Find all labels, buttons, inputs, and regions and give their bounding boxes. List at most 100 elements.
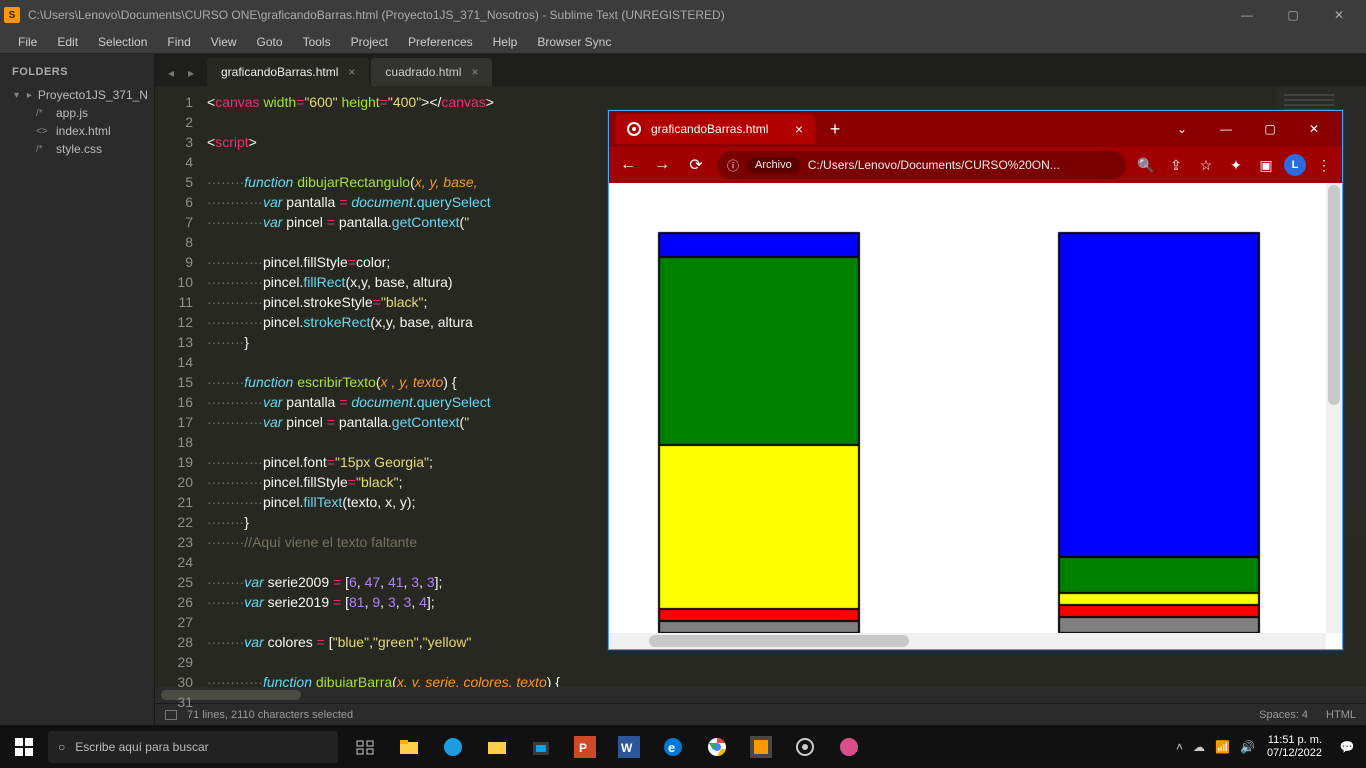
maximize-button[interactable]: ▢ <box>1248 114 1292 144</box>
forward-button[interactable]: → <box>649 152 675 178</box>
tab-scroll-right[interactable]: ▸ <box>181 60 201 86</box>
task-view-icon[interactable] <box>344 726 386 768</box>
minimize-button[interactable]: — <box>1204 114 1248 144</box>
sublime-logo-icon: S <box>4 7 20 23</box>
file-app-js[interactable]: /* app.js <box>10 104 150 122</box>
statusbar: 71 lines, 2110 characters selected Space… <box>155 703 1366 725</box>
tab-label: cuadrado.html <box>385 65 461 79</box>
browser-tabbar: graficandoBarras.html × + ⌄ — ▢ ✕ <box>609 111 1342 147</box>
menu-find[interactable]: Find <box>157 32 200 52</box>
bookmark-icon[interactable]: ☆ <box>1194 153 1218 177</box>
file-label: index.html <box>56 124 111 138</box>
menu-file[interactable]: File <box>8 32 47 52</box>
profile-avatar[interactable]: L <box>1284 154 1306 176</box>
address-bar[interactable]: ⓘ Archivo C:/Users/Lenovo/Documents/CURS… <box>717 151 1126 179</box>
menu-view[interactable]: View <box>201 32 247 52</box>
new-tab-button[interactable]: + <box>821 115 849 143</box>
tabbar: ◂ ▸ graficandoBarras.html × cuadrado.htm… <box>155 54 1366 86</box>
system-tray[interactable]: ˄ ☁ 📶 🔊 <box>1176 740 1255 754</box>
taskbar: ○ Escribe aquí para buscar P W e ˄ ☁ 📶 🔊… <box>0 725 1366 768</box>
browser-tab[interactable]: graficandoBarras.html × <box>615 114 815 144</box>
tab-graficandobarras[interactable]: graficandoBarras.html × <box>207 58 369 86</box>
start-button[interactable] <box>0 725 48 768</box>
search-placeholder: Escribe aquí para buscar <box>75 740 208 754</box>
project-folder[interactable]: ▾ ▸ Proyecto1JS_371_N <box>10 86 150 104</box>
zoom-icon[interactable]: 🔍 <box>1134 153 1158 177</box>
info-icon: ⓘ <box>727 157 739 174</box>
close-icon[interactable]: × <box>348 65 355 79</box>
tab-cuadrado[interactable]: cuadrado.html × <box>371 58 492 86</box>
browser-hscrollbar[interactable] <box>609 633 1326 649</box>
svg-text:P: P <box>579 741 587 755</box>
menu-help[interactable]: Help <box>483 32 528 52</box>
addr-path: C:/Users/Lenovo/Documents/CURSO%20ON... <box>808 158 1060 172</box>
svg-text:W: W <box>621 741 633 755</box>
browser-tab-title: graficandoBarras.html <box>651 122 768 136</box>
store-icon[interactable] <box>520 726 562 768</box>
close-icon[interactable]: × <box>471 65 478 79</box>
status-language[interactable]: HTML <box>1326 709 1356 721</box>
word-icon[interactable]: W <box>608 726 650 768</box>
onedrive-icon[interactable]: ☁ <box>1193 740 1205 754</box>
close-button[interactable]: ✕ <box>1316 0 1362 30</box>
sublime-titlebar: S C:\Users\Lenovo\Documents\CURSO ONE\gr… <box>0 0 1366 30</box>
tab-search-button[interactable]: ⌄ <box>1160 114 1204 144</box>
extensions-icon[interactable]: ✦ <box>1224 153 1248 177</box>
file-label: app.js <box>56 106 88 120</box>
tray-chevron-icon[interactable]: ˄ <box>1176 740 1183 754</box>
back-button[interactable]: ← <box>615 152 641 178</box>
tab-scroll-left[interactable]: ◂ <box>161 60 181 86</box>
status-spaces[interactable]: Spaces: 4 <box>1259 709 1308 721</box>
search-icon: ○ <box>58 740 65 754</box>
chevron-down-icon: ▾ <box>12 90 21 101</box>
menu-project[interactable]: Project <box>341 32 398 52</box>
maximize-button[interactable]: ▢ <box>1270 0 1316 30</box>
scrollbar-thumb[interactable] <box>649 635 909 647</box>
menu-goto[interactable]: Goto <box>247 32 293 52</box>
status-selection: 71 lines, 2110 characters selected <box>187 709 353 721</box>
powerpoint-icon[interactable]: P <box>564 726 606 768</box>
clock-time: 11:51 p. m. <box>1267 734 1322 747</box>
folder-icon[interactable] <box>476 726 518 768</box>
file-style-css[interactable]: /* style.css <box>10 140 150 158</box>
kebab-menu-icon[interactable]: ⋮ <box>1312 153 1336 177</box>
sidepanel-icon[interactable]: ▣ <box>1254 153 1278 177</box>
menu-browsersync[interactable]: Browser Sync <box>527 32 621 52</box>
menu-preferences[interactable]: Preferences <box>398 32 483 52</box>
folder-icon: ▸ <box>25 90 34 101</box>
window-title: C:\Users\Lenovo\Documents\CURSO ONE\graf… <box>28 8 725 22</box>
edge-legacy-icon[interactable]: e <box>652 726 694 768</box>
project-name: Proyecto1JS_371_N <box>38 88 148 102</box>
browser-vscrollbar[interactable] <box>1326 183 1342 633</box>
scrollbar-thumb[interactable] <box>1328 185 1340 405</box>
menu-edit[interactable]: Edit <box>47 32 88 52</box>
notifications-icon[interactable]: 💬 <box>1334 740 1360 754</box>
share-icon[interactable]: ⇪ <box>1164 153 1188 177</box>
line-gutter: 1234567891011121314151617181920212223242… <box>155 86 203 687</box>
settings-icon[interactable] <box>784 726 826 768</box>
explorer-icon[interactable] <box>388 726 430 768</box>
taskbar-search[interactable]: ○ Escribe aquí para buscar <box>48 731 338 763</box>
file-label: style.css <box>56 142 102 156</box>
menu-selection[interactable]: Selection <box>88 32 157 52</box>
browser-toolbar: ← → ⟳ ⓘ Archivo C:/Users/Lenovo/Document… <box>609 147 1342 183</box>
app-icon[interactable] <box>828 726 870 768</box>
sublime-taskbar-icon[interactable] <box>740 726 782 768</box>
wifi-icon[interactable]: 📶 <box>1215 740 1230 754</box>
close-icon[interactable]: × <box>795 121 803 137</box>
html-file-icon: <> <box>36 126 52 137</box>
file-index-html[interactable]: <> index.html <box>10 122 150 140</box>
editor-hscrollbar[interactable] <box>155 687 1366 703</box>
taskbar-clock[interactable]: 11:51 p. m. 07/12/2022 <box>1267 734 1322 760</box>
volume-icon[interactable]: 🔊 <box>1240 740 1255 754</box>
browser-viewport <box>609 183 1342 649</box>
bar-chart-canvas <box>609 183 1329 643</box>
minimize-button[interactable]: — <box>1224 0 1270 30</box>
sidebar-title: FOLDERS <box>4 62 150 82</box>
menu-tools[interactable]: Tools <box>293 32 341 52</box>
edge-icon[interactable] <box>432 726 474 768</box>
chrome-icon[interactable] <box>696 726 738 768</box>
reload-button[interactable]: ⟳ <box>683 152 709 178</box>
tab-label: graficandoBarras.html <box>221 65 338 79</box>
close-button[interactable]: ✕ <box>1292 114 1336 144</box>
